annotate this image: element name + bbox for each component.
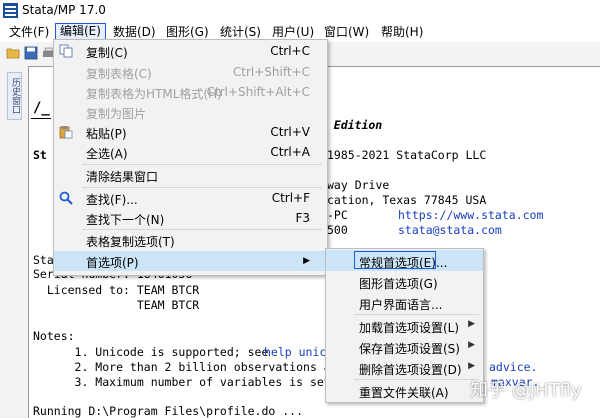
- stata-website-link[interactable]: https://www.stata.com: [398, 208, 543, 222]
- submenu-item-graph-preferences[interactable]: 图形首选项(G): [326, 271, 483, 292]
- menu-label: 粘贴(P): [86, 127, 127, 141]
- menu-item-copy-table-html[interactable]: 复制表格为HTML格式(H) Ctrl+Shift+Alt+C: [54, 82, 327, 102]
- preferences-submenu: 常规首选项(E)... 图形首选项(G) 用户界面语言... 加载首选项设置(L…: [325, 248, 484, 403]
- menu-item-find[interactable]: 查找(F)... Ctrl+F: [54, 188, 327, 208]
- menu-label: 复制表格为HTML格式(H): [86, 87, 222, 101]
- menu-label: 表格复制选项(T): [86, 235, 175, 249]
- address-line-1: way Drive: [327, 178, 390, 192]
- submenu-item-ui-language[interactable]: 用户界面语言...: [326, 292, 483, 313]
- menu-item-copy-table[interactable]: 复制表格(C) Ctrl+Shift+C: [54, 62, 327, 82]
- side-panel: 历史窗口: [0, 66, 28, 417]
- submenu-label: 删除首选项设置(D): [359, 363, 462, 377]
- stata-email-link[interactable]: stata@stata.com: [398, 223, 502, 237]
- menu-label: 首选项(P): [86, 256, 139, 270]
- menu-label: 复制为图片: [86, 107, 147, 121]
- menu-item-paste[interactable]: 粘贴(P) Ctrl+V: [54, 122, 327, 142]
- save-icon[interactable]: [24, 46, 38, 60]
- submenu-label: 常规首选项(E)...: [359, 256, 448, 270]
- submenu-label: 保存首选项设置(S): [359, 342, 460, 356]
- submenu-label: 图形首选项(G): [359, 277, 438, 291]
- licensed-to: Licensed to: TEAM BTCR: [33, 283, 200, 297]
- submenu-label: 加载首选项设置(L): [359, 321, 460, 335]
- menu-item-copy-as-picture[interactable]: 复制为图片: [54, 102, 327, 122]
- note-1: 1. Unicode is supported; see: [33, 345, 276, 359]
- submenu-item-save-preferences[interactable]: 保存首选项设置(S) ▶: [326, 336, 483, 357]
- submenu-item-load-preferences[interactable]: 加载首选项设置(L) ▶: [326, 315, 483, 336]
- running-profile: Running D:\Program Files\profile.do ...: [33, 404, 304, 418]
- submenu-label: 重置文件关联(A): [359, 386, 449, 400]
- copyright-text: 1985-2021 StataCorp LLC: [327, 148, 487, 162]
- note-3: 3. Maximum number of variables is set t: [33, 375, 345, 389]
- submenu-label: 用户界面语言...: [359, 298, 443, 312]
- submenu-item-reset-file-associations[interactable]: 重置文件关联(A): [326, 380, 483, 401]
- edit-menu-dropdown: 复制(C) Ctrl+C 复制表格(C) Ctrl+Shift+C 复制表格为H…: [53, 39, 328, 276]
- notes-heading: Notes:: [33, 329, 75, 343]
- licensed-to-2: TEAM BTCR: [33, 298, 200, 312]
- menu-label: 复制表格(C): [86, 67, 152, 81]
- menu-item-find-next[interactable]: 查找下一个(N) F3: [54, 208, 327, 228]
- fax-fragment: 500: [327, 223, 348, 237]
- history-window-tab[interactable]: 历史窗口: [7, 72, 22, 120]
- submenu-item-general-preferences[interactable]: 常规首选项(E)...: [326, 250, 483, 271]
- menu-help[interactable]: 帮助(H): [377, 23, 427, 41]
- menu-item-table-copy-options[interactable]: 表格复制选项(T): [54, 230, 327, 250]
- menu-item-copy[interactable]: 复制(C) Ctrl+C: [54, 41, 327, 61]
- logo-underline: [31, 118, 51, 119]
- menu-shortcut: Ctrl+F: [271, 191, 310, 205]
- stata-app-icon: [3, 3, 18, 18]
- address-line-2: cation, Texas 77845 USA: [327, 193, 487, 207]
- help-unicode-link[interactable]: help unico: [264, 345, 333, 359]
- window-title: Stata/MP 17.0: [22, 3, 106, 17]
- paste-icon: [59, 126, 73, 139]
- submenu-arrow-icon: ▶: [303, 256, 310, 266]
- menu-file[interactable]: 文件(F): [5, 23, 53, 41]
- search-icon: [59, 191, 73, 205]
- open-folder-icon[interactable]: [6, 46, 20, 60]
- submenu-arrow-icon: ▶: [468, 319, 475, 329]
- menu-item-preferences[interactable]: 首选项(P) ▶: [54, 251, 327, 271]
- note-2: 2. More than 2 billion observations are: [33, 360, 345, 374]
- menu-shortcut: Ctrl+V: [270, 125, 310, 139]
- menu-shortcut: Ctrl+A: [270, 145, 310, 159]
- note-2-link-tail[interactable]: advice.: [489, 360, 537, 374]
- menu-item-select-all[interactable]: 全选(A) Ctrl+A: [54, 142, 327, 162]
- submenu-arrow-icon: ▶: [468, 361, 475, 371]
- menu-label: 查找(F)...: [86, 193, 138, 207]
- submenu-item-delete-preferences[interactable]: 删除首选项设置(D) ▶: [326, 357, 483, 378]
- zhihu-watermark: 知乎 @JHTfly: [470, 380, 582, 401]
- menu-shortcut: Ctrl+Shift+Alt+C: [206, 85, 310, 99]
- menu-shortcut: F3: [295, 211, 310, 225]
- title-bar: Stata/MP 17.0: [0, 0, 600, 22]
- submenu-arrow-icon: ▶: [468, 340, 475, 350]
- results-line-st: St: [33, 148, 47, 162]
- menu-shortcut: Ctrl+Shift+C: [232, 65, 310, 79]
- menu-label: 复制(C): [86, 46, 128, 60]
- menu-label: 全选(A): [86, 147, 128, 161]
- copy-icon: [59, 44, 73, 58]
- menu-label: 查找下一个(N): [86, 213, 165, 227]
- menu-label: 清除结果窗口: [86, 170, 159, 184]
- stata-logo-fragment: /_: [33, 100, 50, 116]
- menu-item-clear-results[interactable]: 清除结果窗口: [54, 165, 327, 185]
- phone-fragment: -PC: [327, 208, 348, 222]
- menu-shortcut: Ctrl+C: [270, 44, 310, 58]
